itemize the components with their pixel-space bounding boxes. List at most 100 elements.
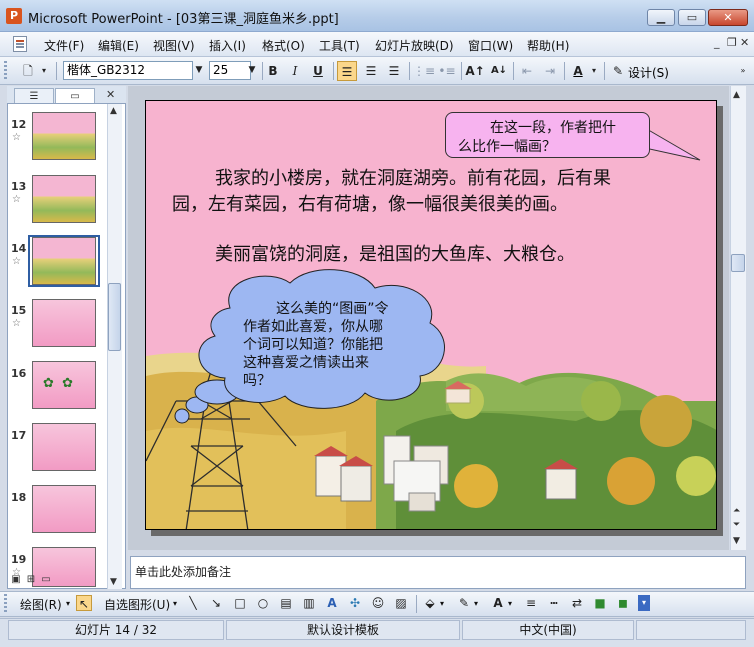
notes-placeholder[interactable]: 单击此处添加备注 xyxy=(135,563,231,580)
menu-view[interactable]: 视图(V) xyxy=(153,37,195,54)
scroll-down-icon[interactable]: ▼ xyxy=(110,577,117,587)
next-slide-icon[interactable]: ⏷ xyxy=(733,520,740,530)
close-button[interactable]: ✕ xyxy=(708,9,748,26)
wordart-icon[interactable]: A xyxy=(324,595,340,611)
dash-style-icon[interactable]: ┅ xyxy=(546,595,562,611)
design-icon[interactable]: ✎ xyxy=(608,61,628,81)
slide-scrollbar[interactable] xyxy=(730,86,746,550)
animation-star-icon: ☆ xyxy=(12,256,21,267)
menu-file[interactable]: 文件(F) xyxy=(44,37,84,54)
line-style-icon[interactable]: ≡ xyxy=(523,595,539,611)
bold-button[interactable]: B xyxy=(263,61,283,81)
menu-tools[interactable]: 工具(T) xyxy=(319,37,360,54)
autoshapes-dropdown-icon[interactable]: ▾ xyxy=(173,599,177,608)
increase-indent-icon[interactable]: ⇥ xyxy=(540,61,560,81)
font-color-dropdown-icon[interactable]: ▾ xyxy=(508,599,512,608)
toolbar-grip[interactable] xyxy=(4,61,7,81)
slide-scroll-thumb[interactable] xyxy=(731,254,745,272)
menu-edit[interactable]: 编辑(E) xyxy=(98,37,139,54)
slide-number: 14 xyxy=(11,242,27,255)
toolbar-grip[interactable] xyxy=(4,594,7,614)
toolbar-overflow-icon[interactable]: ▾ xyxy=(638,595,650,611)
slide-thumbnail-14[interactable] xyxy=(32,237,96,285)
slideshow-view-icon[interactable]: ▭ xyxy=(40,574,52,586)
vertical-textbox-icon[interactable]: ▥ xyxy=(301,595,317,611)
align-center-icon[interactable]: ☰ xyxy=(361,61,381,81)
draw-dropdown-icon[interactable]: ▾ xyxy=(66,599,70,608)
menu-format[interactable]: 格式(O) xyxy=(262,37,305,54)
pane-close-icon[interactable]: ✕ xyxy=(106,88,115,101)
slide-sorter-view-icon[interactable]: ⊞ xyxy=(25,574,37,586)
clipart-icon[interactable]: ☺ xyxy=(370,595,386,611)
scroll-up-icon[interactable]: ▲ xyxy=(733,90,740,100)
shadow-style-icon[interactable]: ■ xyxy=(592,595,608,611)
font-size-dropdown-icon[interactable]: ▼ xyxy=(245,61,259,80)
tab-slides[interactable]: ▭ xyxy=(55,88,95,103)
menu-window[interactable]: 窗口(W) xyxy=(468,37,513,54)
new-document-icon[interactable]: 🗋 xyxy=(18,61,38,81)
paragraph-2[interactable]: 美丽富饶的洞庭，是祖国的大鱼库、大粮仓。 xyxy=(215,240,575,266)
arrow-style-icon[interactable]: ⇄ xyxy=(569,595,585,611)
underline-button[interactable]: U xyxy=(308,61,328,81)
scroll-down-icon[interactable]: ▼ xyxy=(733,536,740,546)
align-right-icon[interactable]: ☰ xyxy=(384,61,404,81)
line-color-dropdown-icon[interactable]: ▾ xyxy=(474,599,478,608)
paragraph-1-line-1[interactable]: 我家的小楼房，就在洞庭湖旁。前有花园，后有果 xyxy=(215,164,611,190)
line-icon[interactable]: ╲ xyxy=(185,595,201,611)
slide-thumbnail-18[interactable] xyxy=(32,485,96,533)
toolbar-options-icon[interactable]: ▾ xyxy=(38,61,50,81)
powerpoint-app-icon[interactable]: P xyxy=(6,8,22,24)
slides-pane-scroll-thumb[interactable] xyxy=(108,283,121,351)
doc-restore-icon[interactable]: ❐ xyxy=(727,36,737,49)
font-color-dropdown-icon[interactable]: ▾ xyxy=(588,61,600,81)
toolbar-overflow-icon[interactable]: » xyxy=(736,61,750,81)
draw-menu-button[interactable]: 绘图(R) xyxy=(20,596,62,613)
autoshapes-menu-button[interactable]: 自选图形(U) xyxy=(104,596,170,613)
increase-font-icon[interactable]: A↑ xyxy=(465,61,485,81)
menu-help[interactable]: 帮助(H) xyxy=(527,37,569,54)
document-icon[interactable] xyxy=(13,36,27,52)
decrease-indent-icon[interactable]: ⇤ xyxy=(517,61,537,81)
font-name-dropdown-icon[interactable]: ▼ xyxy=(192,61,206,80)
numbering-icon[interactable]: ⋮≡ xyxy=(413,61,435,81)
rectangle-icon[interactable]: □ xyxy=(232,595,248,611)
status-design-template[interactable]: 默认设计模板 xyxy=(226,620,460,640)
picture-icon[interactable]: ▨ xyxy=(393,595,409,611)
3d-style-icon[interactable]: ◼ xyxy=(615,595,631,611)
fill-color-icon[interactable]: ⬙ xyxy=(422,595,438,611)
fill-color-dropdown-icon[interactable]: ▾ xyxy=(440,599,444,608)
textbox-icon[interactable]: ▤ xyxy=(278,595,294,611)
slide-thumbnail-15[interactable] xyxy=(32,299,96,347)
slide-thumbnail-12[interactable] xyxy=(32,112,96,160)
align-left-icon[interactable]: ☰ xyxy=(337,61,357,81)
line-color-icon[interactable]: ✎ xyxy=(456,595,472,611)
menu-slideshow[interactable]: 幻灯片放映(D) xyxy=(375,37,454,54)
normal-view-icon[interactable]: ▣ xyxy=(10,574,22,586)
arrow-icon[interactable]: ↘ xyxy=(208,595,224,611)
previous-slide-icon[interactable]: ⏶ xyxy=(733,506,740,516)
font-color-icon[interactable]: A xyxy=(490,595,506,611)
font-name-combo[interactable]: 楷体_GB2312 xyxy=(63,61,193,80)
slide-number: 12 xyxy=(11,118,27,131)
font-color-icon[interactable]: A xyxy=(568,61,588,81)
scroll-up-icon[interactable]: ▲ xyxy=(110,106,117,116)
design-button-label[interactable]: 设计(S) xyxy=(628,64,669,81)
diagram-icon[interactable]: ✣ xyxy=(347,595,363,611)
slide-thumbnail-16[interactable]: ✿ ✿ xyxy=(32,361,96,409)
slide-thumbnail-13[interactable] xyxy=(32,175,96,223)
slide-thumbnail-17[interactable] xyxy=(32,423,96,471)
status-slide-info: 幻灯片 14 / 32 xyxy=(8,620,224,640)
bullets-icon[interactable]: •≡ xyxy=(437,61,457,81)
status-language: 中文(中国) xyxy=(462,620,634,640)
decrease-font-icon[interactable]: A↓ xyxy=(489,61,509,81)
minimize-button[interactable]: ▁ xyxy=(647,9,675,26)
menu-insert[interactable]: 插入(I) xyxy=(209,37,246,54)
paragraph-1-line-2[interactable]: 园，左有菜园，右有荷塘，像一幅很美很美的画。 xyxy=(172,190,568,216)
doc-minimize-icon[interactable]: _ xyxy=(714,36,720,49)
italic-button[interactable]: I xyxy=(285,61,305,81)
select-arrow-icon[interactable]: ↖ xyxy=(76,595,92,611)
doc-close-icon[interactable]: ✕ xyxy=(740,36,749,49)
oval-icon[interactable]: ○ xyxy=(255,595,271,611)
tab-outline[interactable]: ☰ xyxy=(14,88,54,103)
maximize-button[interactable]: ▭ xyxy=(678,9,706,26)
